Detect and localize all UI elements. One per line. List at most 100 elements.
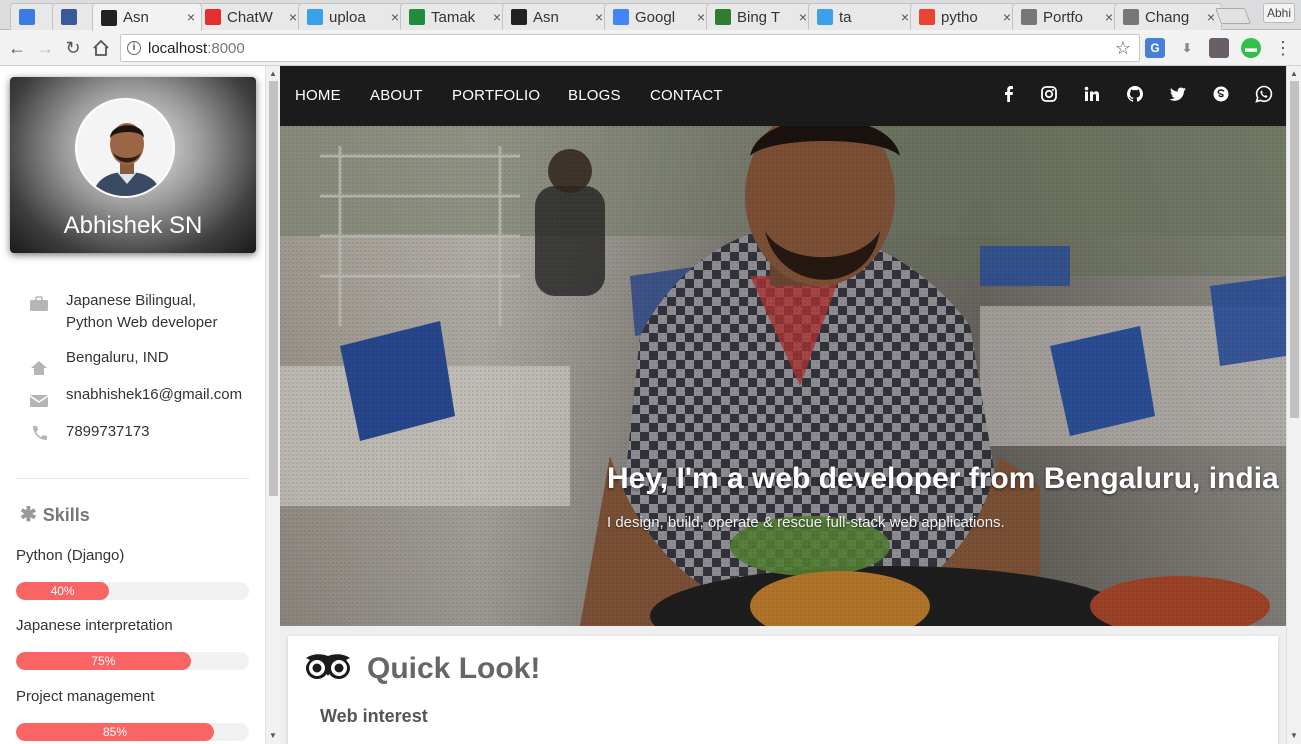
browser-tab-title: Googl [635,8,676,26]
browser-profile-chip[interactable]: Abhi [1263,3,1295,23]
profile-phone-text[interactable]: 7899737173 [66,421,149,443]
close-tab-icon[interactable]: × [187,9,195,25]
scroll-down-arrow[interactable]: ▼ [1290,731,1298,740]
scroll-up-arrow[interactable]: ▲ [1290,69,1298,78]
browser-tab[interactable]: ChatW × [196,3,304,30]
browser-tab[interactable]: pytho × [910,3,1018,30]
close-tab-icon[interactable]: × [799,9,807,25]
browser-tab-title: Portfo [1043,8,1084,26]
nav-about[interactable]: ABOUT [370,87,423,104]
whatsapp-icon[interactable] [1255,85,1273,103]
asterisk-icon: ✱ [20,504,37,526]
browser-tab-title: Asn [533,8,559,26]
translate-extension-icon[interactable]: G [1145,38,1165,58]
browser-tab[interactable]: Tamak × [400,3,508,30]
github-icon[interactable] [1126,85,1144,103]
sidebar-divider [16,478,249,479]
main-navbar: HOME ABOUT PORTFOLIO BLOGS CONTACT [280,66,1286,126]
sidebar-scrollbar[interactable]: ▲ ▼ [265,66,280,744]
browser-tabstrip: Asn × ChatW × uploa × Tamak × Asn × Googl × Bing T × t… [0,0,1301,31]
profile-sidebar: Abhishek SN Japanese Bilingual, Python W… [0,66,265,744]
browser-tab-title: pytho [941,8,978,26]
m-icon [307,9,323,25]
skill-label: Python (Django) [16,547,125,564]
linkedin-icon[interactable] [1083,85,1101,103]
close-tab-icon[interactable]: × [595,9,603,25]
line-extension-icon[interactable]: ▬ [1241,38,1261,58]
browser-tab-title: Asn [123,9,149,26]
translate-icon [613,9,629,25]
browser-tab[interactable]: ta × [808,3,916,30]
browser-tab-title: uploa [329,8,366,26]
page-viewport: Abhishek SN Japanese Bilingual, Python W… [0,66,1301,744]
skill-label: Project management [16,688,155,705]
address-bar[interactable]: i localhost:8000 ☆ [120,34,1140,62]
page-scrollbar[interactable]: ▲ ▼ [1286,66,1301,744]
close-tab-icon[interactable]: × [1207,9,1215,25]
page-scroll-thumb[interactable] [1290,81,1299,418]
avatar [75,98,175,198]
facebook-icon[interactable] [1000,85,1018,103]
profile-name: Abhishek SN [63,212,203,239]
browser-tab[interactable]: Asn × [92,3,202,31]
browser-tab[interactable]: Portfo × [1012,3,1120,30]
close-tab-icon[interactable]: × [391,9,399,25]
bing-translate-icon [715,9,731,25]
nav-portfolio[interactable]: PORTFOLIO [452,87,540,104]
google-icon [919,9,935,25]
twitter-icon[interactable] [1169,85,1187,103]
close-tab-icon[interactable]: × [289,9,297,25]
browser-tab[interactable]: Asn × [502,3,610,30]
scroll-down-arrow[interactable]: ▼ [269,731,277,740]
forward-icon[interactable]: → [34,37,56,59]
close-tab-icon[interactable]: × [493,9,501,25]
back-icon[interactable]: ← [6,37,28,59]
browser-tab-title: Chang [1145,8,1190,26]
photo-extension-icon[interactable] [1209,38,1229,58]
browser-tab[interactable] [10,3,56,30]
quick-look-subtitle: Web interest [320,706,428,726]
profile-job-line2: Python Web developer [66,314,218,331]
profile-email-text[interactable]: snabhishek16@gmail.com [66,384,242,406]
skype-icon[interactable] [1212,85,1230,103]
facebook-icon [61,9,77,25]
browser-tab-title: Tamak [431,8,476,26]
home-icon [31,361,47,375]
m-icon [817,9,833,25]
close-tab-icon[interactable]: × [1105,9,1113,25]
browser-tab[interactable]: uploa × [298,3,406,30]
browser-tab[interactable]: Googl × [604,3,712,30]
home-icon[interactable] [90,37,112,59]
site-info-icon[interactable]: i [127,41,141,55]
skills-heading: ✱ Skills [20,504,90,526]
profile-location-text: Bengaluru, IND [66,349,169,366]
sidebar-scroll-thumb[interactable] [269,81,278,496]
nav-home[interactable]: HOME [295,87,341,104]
owl-icon [306,654,350,679]
close-tab-icon[interactable]: × [697,9,705,25]
phone-icon [19,9,35,25]
nav-blogs[interactable]: BLOGS [568,87,621,104]
sheets-icon [409,9,425,25]
phone-icon [33,426,47,440]
profile-card: Abhishek SN [10,77,256,253]
hero-title: Hey, I'm a web developer from Bengaluru,… [607,462,1279,495]
reload-icon[interactable]: ↻ [62,37,84,59]
quick-look-card: Quick Look! Web interest [288,636,1278,744]
browser-toolbar: ← → ↻ i localhost:8000 ☆ G ⬇ ▬ ⋮ [0,30,1301,66]
browser-tab[interactable]: Bing T × [706,3,814,30]
skill-label: Japanese interpretation [16,617,173,634]
instagram-icon[interactable] [1040,85,1058,103]
browser-tab-title: ta [839,8,852,26]
close-tab-icon[interactable]: × [1003,9,1011,25]
browser-menu-icon[interactable]: ⋮ [1272,37,1294,59]
browser-tab[interactable]: Chang × [1114,3,1222,30]
bookmark-star-icon[interactable]: ☆ [1115,38,1131,59]
nav-contact[interactable]: CONTACT [650,87,723,104]
scroll-up-arrow[interactable]: ▲ [269,69,277,78]
download-extension-icon[interactable]: ⬇ [1177,38,1197,58]
close-tab-icon[interactable]: × [901,9,909,25]
new-tab-button[interactable] [1215,8,1251,24]
chatwork-icon [205,9,221,25]
quick-look-title: Quick Look! [367,652,541,685]
